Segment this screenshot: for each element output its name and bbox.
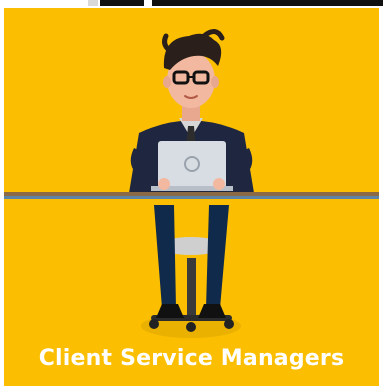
strip-block <box>100 0 144 6</box>
yellow-panel: Client Service Managers <box>4 8 379 386</box>
head <box>162 29 225 108</box>
hand <box>158 178 170 190</box>
strip-block <box>88 0 98 6</box>
strip-block <box>152 0 383 6</box>
desk <box>4 192 379 199</box>
caption-text: Client Service Managers <box>38 346 345 371</box>
person-at-desk-illustration <box>4 29 379 338</box>
image-stage: Client Service Managers <box>0 0 383 386</box>
hand <box>213 178 225 190</box>
